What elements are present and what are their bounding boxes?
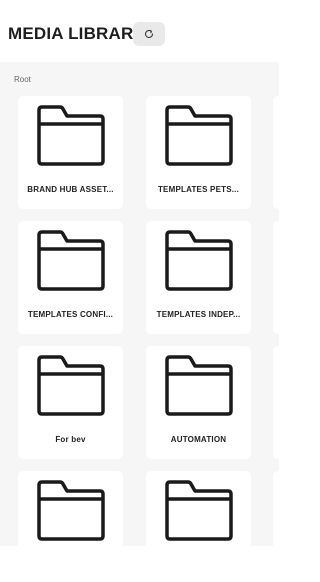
folder-label: TEMPLATES PETS... [157, 185, 240, 194]
folder-icon [37, 105, 105, 166]
folder-icon [37, 230, 105, 291]
page-title: MEDIA LIBRARY [8, 24, 145, 43]
media-library-panel: MEDIA LIBRARY Root BRAND HUB ASSET... TE… [0, 0, 279, 582]
refresh-icon [144, 29, 154, 39]
footer [0, 546, 279, 582]
folder-card-partial[interactable] [273, 471, 279, 546]
header: MEDIA LIBRARY [0, 0, 279, 62]
folder-icon [165, 480, 233, 541]
folder-icon [165, 230, 233, 291]
folder-icon [37, 355, 105, 416]
folder-icon [165, 105, 233, 166]
refresh-button[interactable] [133, 22, 165, 46]
folder-label: AUTOMATION [170, 435, 227, 444]
folder-card-partial[interactable] [273, 221, 279, 334]
folder-icon [37, 480, 105, 541]
folder-card-partial[interactable] [273, 96, 279, 209]
folder-card[interactable]: TEMPLATES PETS... [146, 96, 251, 209]
folder-area[interactable]: Root BRAND HUB ASSET... TEMPLATES PETS..… [0, 62, 279, 546]
folder-card[interactable]: For bev [18, 346, 123, 459]
folder-label: For bev [55, 435, 86, 444]
folder-card[interactable]: BRAND HUB ASSET... [18, 96, 123, 209]
folder-card[interactable]: AUTOMATION [146, 346, 251, 459]
folder-card[interactable]: TEMPLATES INDEP... [146, 221, 251, 334]
folder-card[interactable]: TEMPLATES CONFI... [18, 221, 123, 334]
folder-card-partial[interactable] [273, 346, 279, 459]
folder-label: TEMPLATES INDEP... [156, 310, 241, 319]
folder-card[interactable] [146, 471, 251, 546]
folder-grid: BRAND HUB ASSET... TEMPLATES PETS... TEM… [0, 62, 279, 546]
folder-icon [165, 355, 233, 416]
folder-card[interactable] [18, 471, 123, 546]
folder-label: BRAND HUB ASSET... [27, 185, 114, 194]
folder-label: TEMPLATES CONFI... [27, 310, 114, 319]
